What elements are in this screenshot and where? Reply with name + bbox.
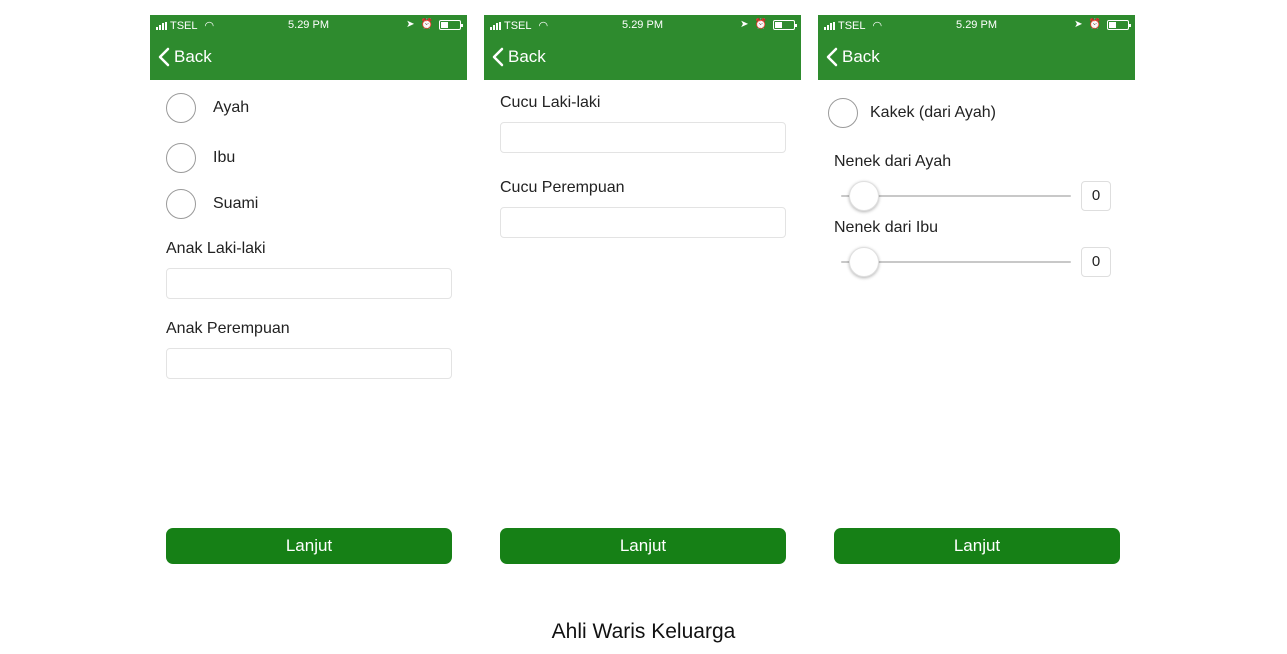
- lanjut-button[interactable]: Lanjut: [166, 528, 452, 564]
- battery-icon: [773, 19, 797, 30]
- status-bar: TSEL ◠ 5.29 PM ➤ ⏰: [150, 15, 467, 37]
- phone-screen-3: TSEL ◠ 5.29 PM ➤ ⏰ Back Kakek (dari Ayah…: [818, 15, 1135, 575]
- radio-option-suami[interactable]: Suami: [166, 189, 258, 219]
- back-button[interactable]: Back: [826, 47, 880, 67]
- status-bar: TSEL ◠ 5.29 PM ➤ ⏰: [484, 15, 801, 37]
- field-label-anak-perempuan: Anak Perempuan: [166, 320, 290, 337]
- nav-bar: Back: [484, 37, 801, 80]
- phone-screen-1: TSEL ◠ 5.29 PM ➤ ⏰ Back Ayah Ibu Suami A…: [150, 15, 467, 575]
- status-bar: TSEL ◠ 5.29 PM ➤ ⏰: [818, 15, 1135, 37]
- chevron-left-icon: [492, 47, 504, 67]
- battery-icon: [1107, 19, 1131, 30]
- nenek-dari-ibu-slider[interactable]: [841, 247, 1071, 277]
- slider-thumb[interactable]: [849, 181, 879, 211]
- nenek-dari-ayah-slider[interactable]: [841, 181, 1071, 211]
- lanjut-button[interactable]: Lanjut: [834, 528, 1120, 564]
- radio-button[interactable]: [166, 189, 196, 219]
- radio-label: Suami: [213, 195, 259, 212]
- back-button[interactable]: Back: [158, 47, 212, 67]
- lanjut-button[interactable]: Lanjut: [500, 528, 786, 564]
- slider-label-nenek-dari-ibu: Nenek dari Ibu: [834, 219, 939, 236]
- slider-thumb[interactable]: [849, 247, 879, 277]
- field-label-anak-laki-laki: Anak Laki-laki: [166, 240, 266, 257]
- alarm-icon: ⏰: [420, 19, 433, 30]
- figure-caption: Ahli Waris Keluarga: [551, 620, 736, 643]
- chevron-left-icon: [826, 47, 838, 67]
- radio-button[interactable]: [166, 143, 196, 173]
- battery-icon: [439, 19, 463, 30]
- location-icon: ➤: [740, 19, 749, 30]
- radio-label: Ibu: [213, 149, 236, 166]
- cucu-laki-laki-input[interactable]: [500, 122, 786, 153]
- back-button[interactable]: Back: [492, 47, 546, 67]
- radio-label: Ayah: [213, 99, 250, 116]
- radio-option-ayah[interactable]: Ayah: [166, 93, 249, 123]
- nenek-dari-ibu-value: 0: [1081, 247, 1111, 277]
- phone-screen-2: TSEL ◠ 5.29 PM ➤ ⏰ Back Cucu Laki-laki C…: [484, 15, 801, 575]
- nenek-dari-ayah-value: 0: [1081, 181, 1111, 211]
- radio-label: Kakek (dari Ayah): [870, 104, 996, 121]
- radio-button[interactable]: [166, 93, 196, 123]
- radio-option-kakek[interactable]: Kakek (dari Ayah): [828, 98, 996, 128]
- field-label-cucu-laki-laki: Cucu Laki-laki: [500, 94, 601, 111]
- alarm-icon: ⏰: [754, 19, 767, 30]
- anak-perempuan-input[interactable]: [166, 348, 452, 379]
- location-icon: ➤: [406, 19, 415, 30]
- nav-bar: Back: [818, 37, 1135, 80]
- radio-button[interactable]: [828, 98, 858, 128]
- back-label: Back: [174, 47, 212, 66]
- anak-laki-laki-input[interactable]: [166, 268, 452, 299]
- chevron-left-icon: [158, 47, 170, 67]
- back-label: Back: [842, 47, 880, 66]
- radio-option-ibu[interactable]: Ibu: [166, 143, 235, 173]
- location-icon: ➤: [1074, 19, 1083, 30]
- slider-label-nenek-dari-ayah: Nenek dari Ayah: [834, 153, 952, 170]
- nav-bar: Back: [150, 37, 467, 80]
- field-label-cucu-perempuan: Cucu Perempuan: [500, 179, 625, 196]
- cucu-perempuan-input[interactable]: [500, 207, 786, 238]
- alarm-icon: ⏰: [1088, 19, 1101, 30]
- back-label: Back: [508, 47, 546, 66]
